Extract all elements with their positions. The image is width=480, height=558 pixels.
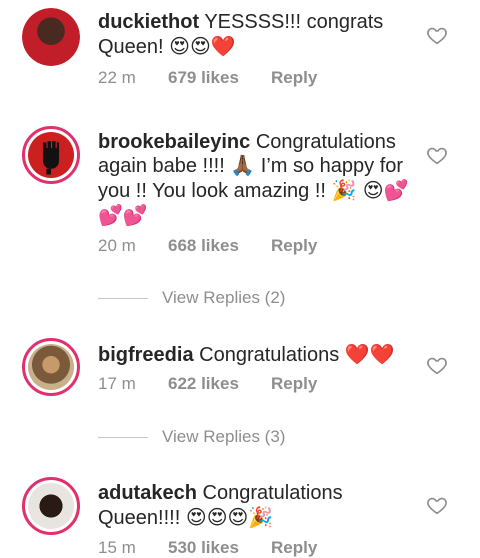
avatar[interactable] [22,477,80,535]
comment-time: 20 m [98,236,136,255]
comment-emoji: ❤️❤️ [344,342,395,366]
comment-meta: 22 m 679 likes Reply [98,68,317,88]
reply-button[interactable]: Reply [271,68,317,87]
comment-meta: 15 m 530 likes Reply [98,538,317,558]
view-replies-button[interactable]: View Replies (2) [98,288,285,308]
likes-count[interactable]: 530 likes [168,538,271,558]
username[interactable]: adutakech [98,482,197,504]
comment-text: bigfreedia Congratulations ❤️❤️ [98,342,418,367]
avatar[interactable] [22,126,80,184]
like-heart-icon[interactable] [426,144,448,166]
comment-emoji: 😍😍😍🎉 [185,505,274,529]
avatar-image [28,344,74,390]
comment-time: 22 m [98,68,136,87]
like-heart-icon[interactable] [426,354,448,376]
avatar[interactable] [22,8,80,66]
comment-time: 17 m [98,374,136,393]
reply-button[interactable]: Reply [271,538,317,557]
like-heart-icon[interactable] [426,494,448,516]
likes-count[interactable]: 622 likes [168,374,271,394]
avatar-image [22,8,80,66]
like-heart-icon[interactable] [426,24,448,46]
comment-meta: 17 m 622 likes Reply [98,374,317,394]
view-replies-label: View Replies (2) [162,288,286,307]
divider-line [98,298,148,300]
divider-line [98,437,148,439]
username[interactable]: bigfreedia [98,344,194,366]
reply-button[interactable]: Reply [271,374,317,393]
view-replies-label: View Replies (3) [162,427,286,446]
comment-text: duckiethot YESSSS!!! congrats Queen! 😍😍❤… [98,10,418,59]
reply-button[interactable]: Reply [271,236,317,255]
username[interactable]: duckiethot [98,11,199,33]
comment-text: brookebaileyinc Congratulations again ba… [98,130,418,228]
username[interactable]: brookebaileyinc [98,131,250,153]
avatar-image [28,483,74,529]
likes-count[interactable]: 668 likes [168,236,271,256]
view-replies-button[interactable]: View Replies (3) [98,427,285,447]
comment-meta: 20 m 668 likes Reply [98,236,317,256]
avatar[interactable] [22,338,80,396]
raised-fist-icon [28,132,74,178]
comment-emoji: 😍😍❤️ [169,34,236,58]
comment-time: 15 m [98,538,136,557]
comment-body: Congratulations [199,344,340,366]
comment-text: adutakech Congratulations Queen!!!! 😍😍😍🎉 [98,481,418,530]
likes-count[interactable]: 679 likes [168,68,271,88]
